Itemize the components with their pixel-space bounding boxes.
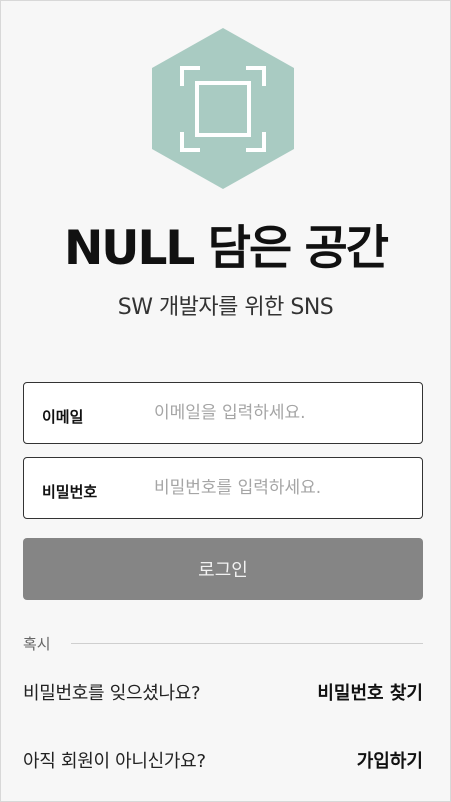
email-label: 이메일: [42, 407, 84, 426]
help-divider: 혹시: [23, 631, 423, 655]
signup-link[interactable]: 가입하기: [357, 747, 423, 773]
login-button[interactable]: 로그인: [23, 538, 423, 600]
logo-icon: [152, 28, 294, 189]
find-password-question: 비밀번호를 잊으셨나요?: [23, 683, 201, 704]
divider-label: 혹시: [23, 634, 51, 653]
brand-subtitle: SW 개발자를 위한 SNS: [117, 295, 334, 320]
email-input[interactable]: [154, 383, 422, 443]
divider-line: [70, 642, 423, 644]
find-password-row: 비밀번호를 잊으셨나요? 비밀번호 찾기: [23, 679, 423, 705]
password-label: 비밀번호: [42, 482, 98, 501]
brand-title: NULL 담은 공간: [63, 221, 389, 276]
find-password-link[interactable]: 비밀번호 찾기: [317, 679, 423, 705]
email-field: 이메일: [23, 382, 423, 444]
signup-row: 아직 회원이 아니신가요? 가입하기: [23, 747, 423, 773]
password-field: 비밀번호: [23, 457, 423, 519]
password-input[interactable]: [154, 458, 422, 518]
signup-question: 아직 회원이 아니신가요?: [23, 751, 206, 772]
